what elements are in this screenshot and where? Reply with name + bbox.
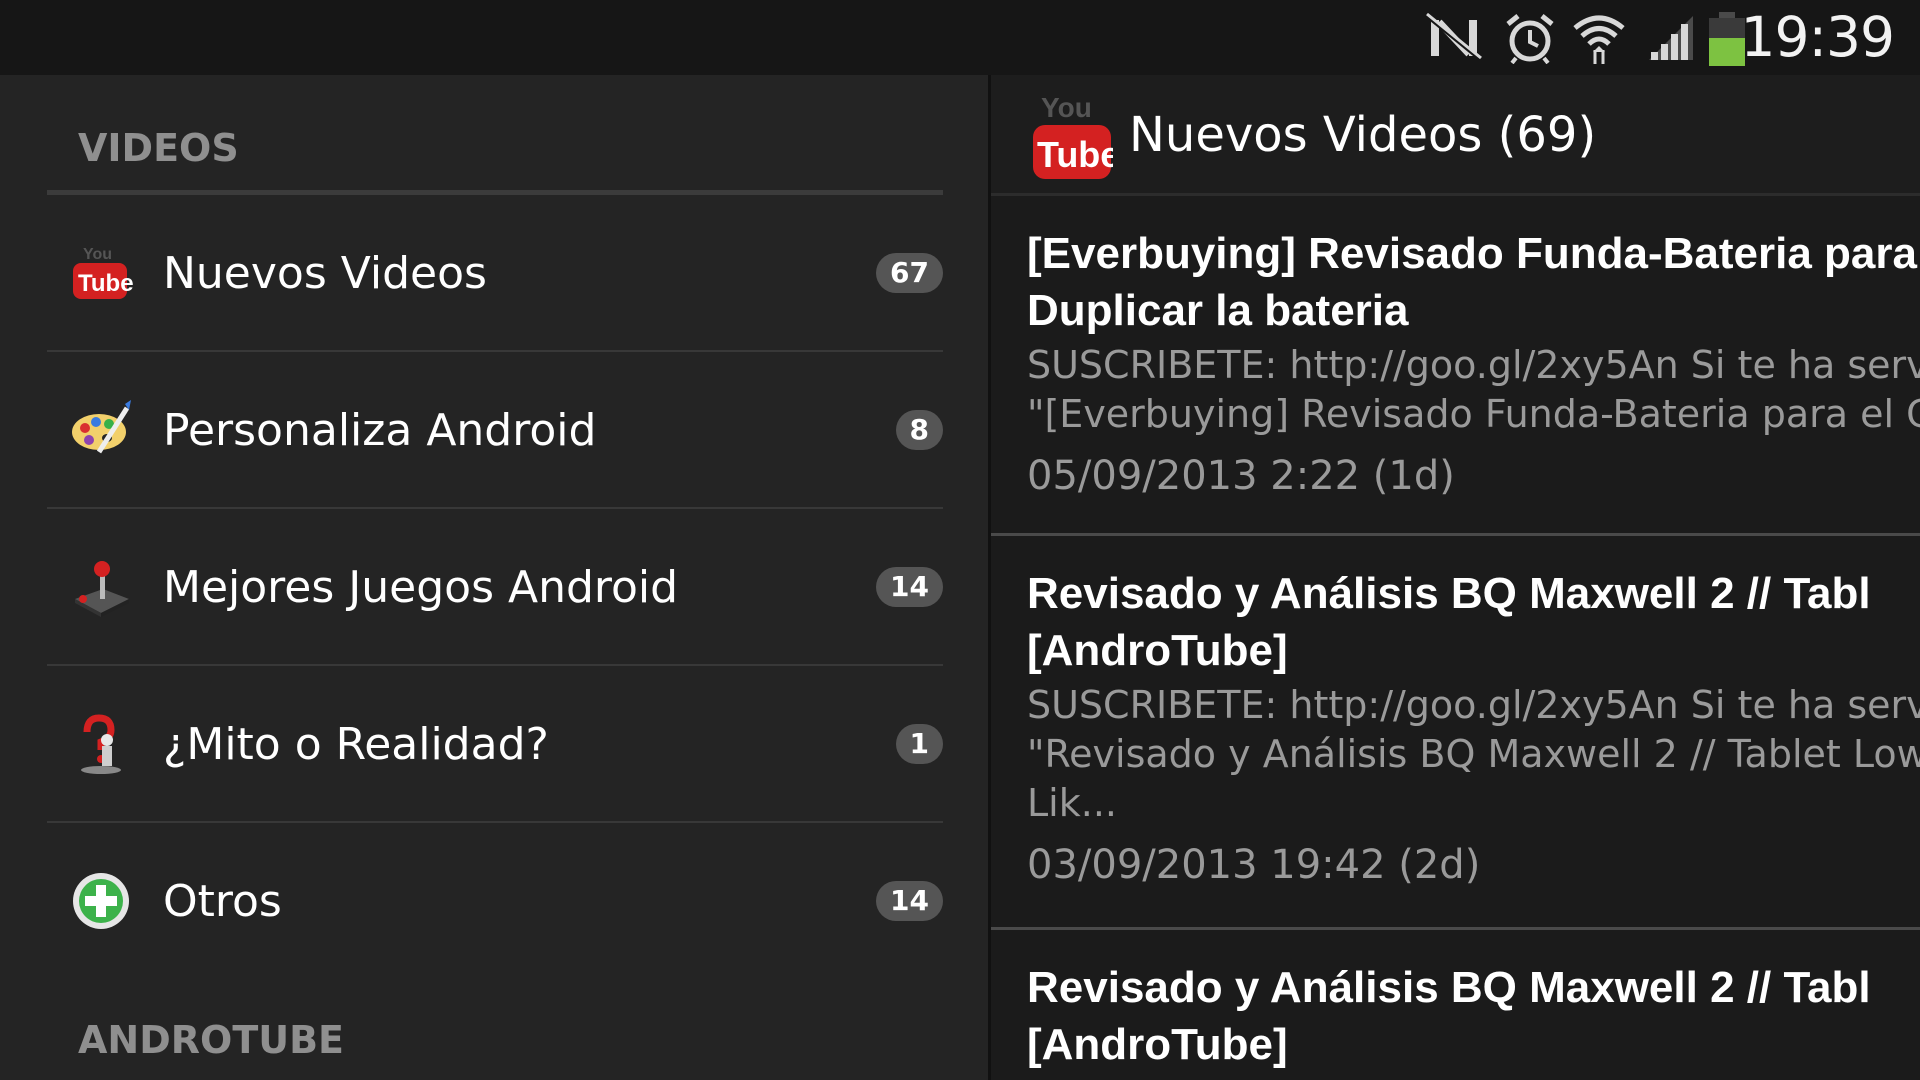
video-title: [Everbuying] Revisado Funda-Bateria para… [1027, 229, 1917, 335]
nfc-off-icon [1425, 12, 1483, 62]
page-title: Nuevos Videos (69) [1129, 107, 1597, 163]
status-bar: 19:39 [0, 0, 1920, 75]
signal-icon [1649, 16, 1693, 60]
wifi-icon [1573, 15, 1625, 64]
drawer-item-label: Mejores Juegos Android [163, 562, 679, 613]
content-pane: You Tube Nuevos Videos (69) [Everbuying]… [991, 75, 1920, 1080]
drawer-item-label: Nuevos Videos [163, 248, 487, 299]
section-header-androtube: ANDROTUBE [78, 1018, 345, 1062]
count-badge: 14 [876, 567, 943, 607]
section-header-videos: VIDEOS [78, 126, 239, 170]
drawer-item-label: ¿Mito o Realidad? [163, 719, 549, 770]
drawer-item-label: Otros [163, 876, 282, 927]
video-title: Revisado y Análisis BQ Maxwell 2 // Tabl… [1027, 569, 1871, 675]
svg-text:You: You [83, 246, 112, 263]
video-date: 05/09/2013 2:22 (1d) [1027, 453, 1455, 499]
navigation-drawer: VIDEOS You Tube Nuevos Videos 67 Persona… [0, 75, 988, 1080]
question-icon [81, 714, 121, 774]
count-badge: 14 [876, 881, 943, 921]
alarm-icon [1506, 14, 1554, 64]
drawer-item-mito-realidad[interactable]: ¿Mito o Realidad? 1 [47, 666, 943, 823]
drawer-item-personaliza-android[interactable]: Personaliza Android 8 [47, 352, 943, 509]
drawer-item-otros[interactable]: Otros 14 [47, 823, 943, 980]
palette-icon [72, 400, 131, 454]
drawer-item-label: Personaliza Android [163, 405, 597, 456]
drawer-item-mejores-juegos[interactable]: Mejores Juegos Android 14 [47, 509, 943, 666]
svg-text:Tube: Tube [1037, 134, 1113, 175]
count-badge: 8 [895, 410, 943, 450]
action-bar: You Tube Nuevos Videos (69) [991, 75, 1920, 196]
video-description: SUSCRIBETE: http://goo.gl/2xy5An Si te h… [1027, 343, 1920, 436]
video-title: Revisado y Análisis BQ Maxwell 2 // Tabl… [1027, 963, 1871, 1069]
plus-icon [73, 873, 129, 929]
youtube-icon: You Tube [73, 246, 133, 299]
video-description: SUSCRIBETE: http://goo.gl/2xy5An Si te h… [1027, 683, 1920, 825]
screen: 19:39 VIDEOS You Tube Nuevos Videos 67 P… [0, 0, 1920, 1080]
count-badge: 1 [895, 724, 943, 764]
drawer-item-nuevos-videos[interactable]: You Tube Nuevos Videos 67 [47, 195, 943, 352]
count-badge: 67 [876, 253, 943, 293]
video-item[interactable]: Revisado y Análisis BQ Maxwell 2 // Tabl… [991, 933, 1920, 1080]
video-item[interactable]: [Everbuying] Revisado Funda-Bateria para… [991, 199, 1920, 536]
video-item[interactable]: Revisado y Análisis BQ Maxwell 2 // Tabl… [991, 539, 1920, 930]
youtube-icon[interactable]: You Tube [1031, 89, 1113, 185]
joystick-icon [75, 561, 129, 617]
svg-text:Tube: Tube [78, 270, 133, 297]
svg-text:You: You [1041, 92, 1092, 123]
clock: 19:39 [1740, 5, 1895, 69]
video-date: 03/09/2013 19:42 (2d) [1027, 842, 1481, 888]
